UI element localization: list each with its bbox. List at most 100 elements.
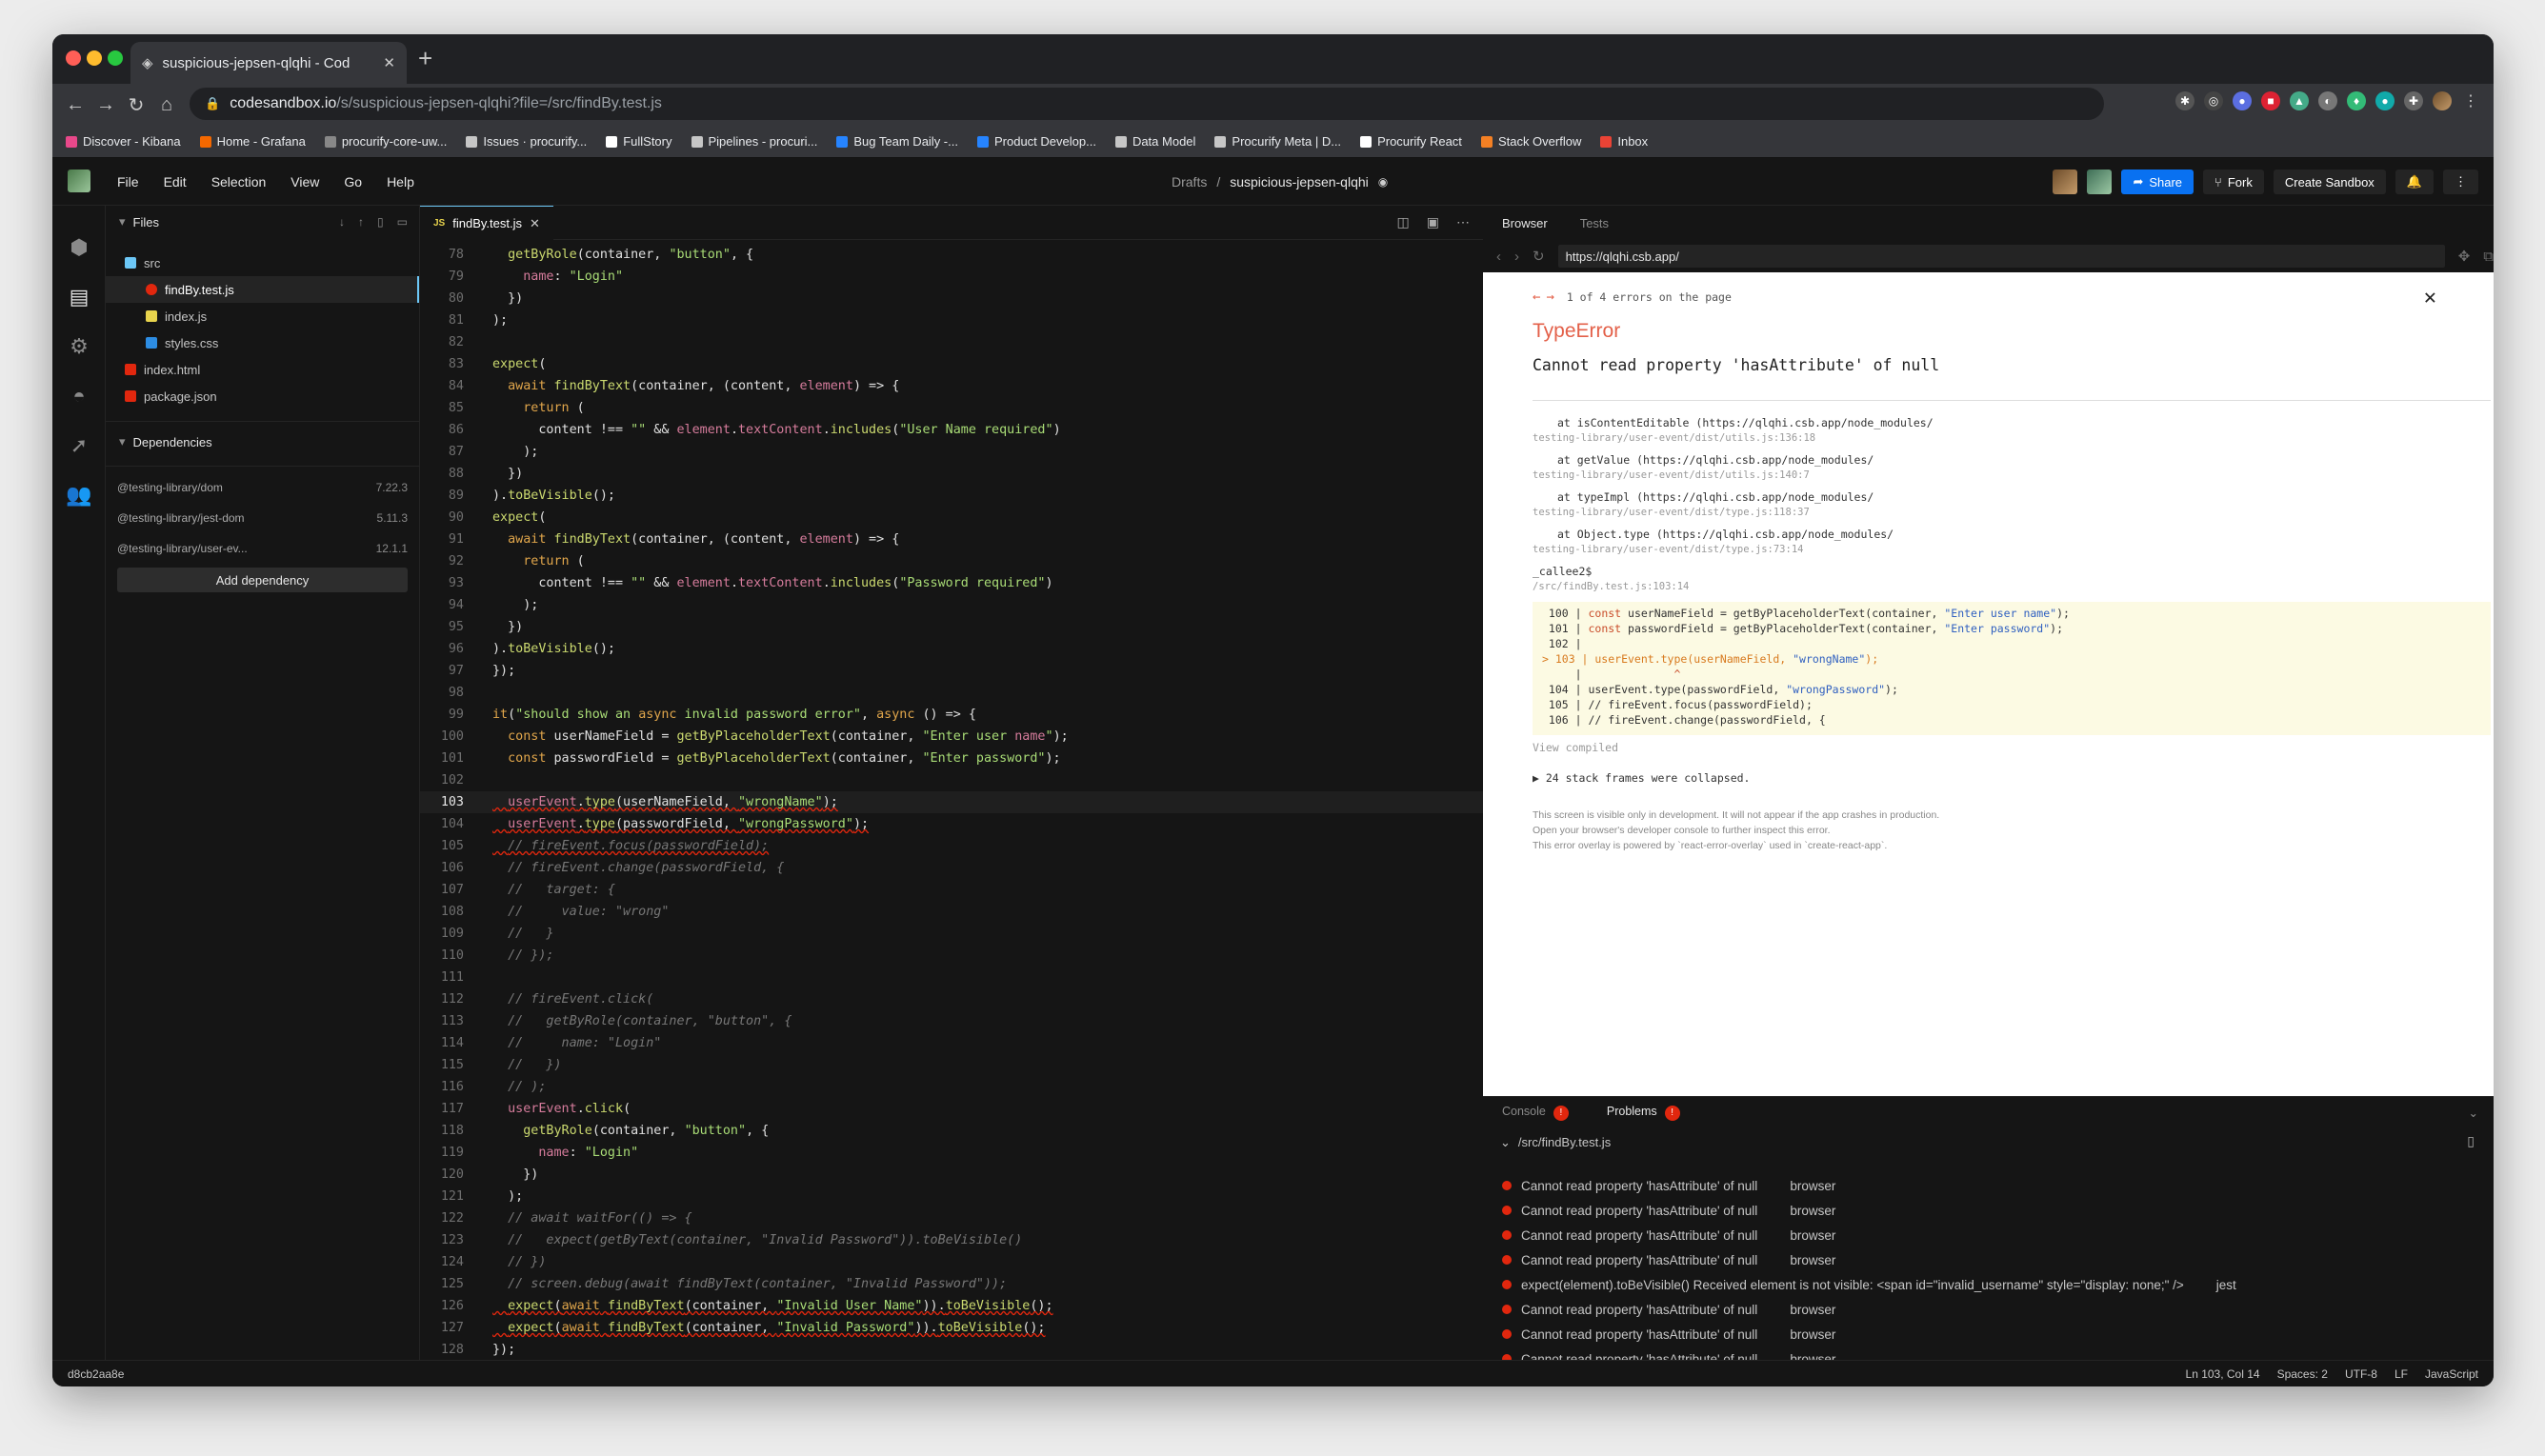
file-item[interactable]: styles.css bbox=[106, 329, 419, 356]
code-line[interactable]: 126 expect(await findByText(container, "… bbox=[420, 1295, 1483, 1317]
bookmark-item[interactable]: FullStory bbox=[606, 134, 672, 149]
code-line[interactable]: 111 bbox=[420, 967, 1483, 988]
code-line[interactable]: 118 getByRole(container, "button", { bbox=[420, 1120, 1483, 1142]
maximize-window-icon[interactable] bbox=[108, 50, 123, 66]
box-icon[interactable]: ⬢ bbox=[66, 234, 92, 261]
code-line[interactable]: 105 // fireEvent.focus(passwordField); bbox=[420, 835, 1483, 857]
avatar[interactable] bbox=[2053, 170, 2078, 194]
stack-frame[interactable]: _callee2$ /src/findBy.test.js:103:14 bbox=[1533, 564, 1689, 594]
dependency-item[interactable]: @testing-library/dom 7.22.3 bbox=[106, 472, 419, 503]
collapse-panel-icon[interactable]: ⌄ bbox=[2469, 1106, 2478, 1120]
notifications-icon[interactable]: 🔔 bbox=[2395, 170, 2434, 194]
code-line[interactable]: 82 bbox=[420, 331, 1483, 353]
extension-icon[interactable]: ◎ bbox=[2204, 91, 2223, 110]
code-line[interactable]: 120 }) bbox=[420, 1164, 1483, 1186]
profile-avatar[interactable] bbox=[2433, 91, 2452, 110]
file-item[interactable]: index.html bbox=[106, 356, 419, 383]
new-folder-icon[interactable]: ▭ bbox=[397, 215, 408, 229]
problem-item[interactable]: Cannot read property 'hasAttribute' of n… bbox=[1502, 1198, 1835, 1223]
prev-error-icon[interactable]: ← bbox=[1533, 289, 1540, 305]
users-icon[interactable]: 👥 bbox=[66, 482, 92, 509]
fork-button[interactable]: ⑂ Fork bbox=[2203, 170, 2264, 194]
code-line[interactable]: 102 bbox=[420, 769, 1483, 791]
code-line[interactable]: 94 ); bbox=[420, 594, 1483, 616]
tab-problems[interactable]: Problems! bbox=[1607, 1105, 1680, 1121]
code-line[interactable]: 123 // expect(getByText(container, "Inva… bbox=[420, 1229, 1483, 1251]
avatar[interactable] bbox=[2087, 170, 2113, 194]
code-line[interactable]: 122 // await waitFor(() => { bbox=[420, 1207, 1483, 1229]
code-line[interactable]: 113 // getByRole(container, "button", { bbox=[420, 1010, 1483, 1032]
menu-edit[interactable]: Edit bbox=[164, 174, 187, 189]
open-devtools-icon[interactable]: ✥ bbox=[2458, 248, 2471, 265]
stack-frame[interactable]: at getValue (https://qlqhi.csb.app/node_… bbox=[1533, 452, 1874, 483]
code-line[interactable]: 87 ); bbox=[420, 441, 1483, 463]
download-icon[interactable]: ↓ bbox=[339, 215, 345, 229]
code-line[interactable]: 106 // fireEvent.change(passwordField, { bbox=[420, 857, 1483, 879]
extension-icon[interactable]: ▲ bbox=[2290, 91, 2309, 110]
preview-back-icon[interactable]: ‹ bbox=[1496, 249, 1501, 265]
preview-icon[interactable]: ▣ bbox=[1427, 214, 1439, 230]
menu-selection[interactable]: Selection bbox=[211, 174, 267, 189]
code-editor[interactable]: 78 getByRole(container, "button", {79 na… bbox=[420, 240, 1483, 1360]
extension-icon[interactable]: ● bbox=[2233, 91, 2252, 110]
puzzle-icon[interactable]: ✚ bbox=[2404, 91, 2423, 110]
code-line[interactable]: 100 const userNameField = getByPlacehold… bbox=[420, 726, 1483, 748]
github-icon[interactable]: ◓ bbox=[66, 383, 92, 409]
problems-file[interactable]: ⌄ /src/findBy.test.js bbox=[1500, 1135, 1611, 1150]
problem-item[interactable]: Cannot read property 'hasAttribute' of n… bbox=[1502, 1322, 1835, 1346]
menu-go[interactable]: Go bbox=[344, 174, 362, 189]
bookmark-item[interactable]: Product Develop... bbox=[976, 134, 1096, 149]
more-options-icon[interactable]: ⋮ bbox=[2443, 170, 2478, 194]
gear-icon[interactable]: ⚙ bbox=[66, 333, 92, 360]
bookmark-item[interactable]: Procurify React bbox=[1360, 134, 1462, 149]
menu-file[interactable]: File bbox=[117, 174, 139, 189]
code-line[interactable]: 93 content !== "" && element.textContent… bbox=[420, 572, 1483, 594]
new-file-icon[interactable]: ▯ bbox=[377, 215, 384, 229]
problem-item[interactable]: expect(element).toBeVisible() Received e… bbox=[1502, 1272, 2236, 1297]
bookmark-item[interactable]: Issues · procurify... bbox=[466, 134, 587, 149]
tab-console[interactable]: Console! bbox=[1502, 1105, 1569, 1121]
close-overlay-icon[interactable]: ✕ bbox=[2424, 286, 2436, 309]
preview-url-input[interactable]: https://qlqhi.csb.app/ bbox=[1557, 245, 2445, 268]
tab-tests[interactable]: Tests bbox=[1580, 216, 1609, 230]
files-header[interactable]: ▾ Files ↓ ↑ ▯ ▭ bbox=[106, 206, 419, 238]
split-editor-icon[interactable]: ◫ bbox=[1397, 214, 1410, 230]
chrome-menu-icon[interactable]: ⋮ bbox=[2461, 91, 2480, 110]
file-item[interactable]: package.json bbox=[106, 383, 419, 409]
language-mode[interactable]: JavaScript bbox=[2425, 1367, 2478, 1381]
code-line[interactable]: 97}); bbox=[420, 660, 1483, 682]
bookmark-item[interactable]: Stack Overflow bbox=[1480, 134, 1581, 149]
code-line[interactable]: 86 content !== "" && element.textContent… bbox=[420, 419, 1483, 441]
indentation[interactable]: Spaces: 2 bbox=[2277, 1367, 2328, 1381]
encoding[interactable]: UTF-8 bbox=[2345, 1367, 2377, 1381]
crumb-drafts[interactable]: Drafts bbox=[1172, 174, 1207, 189]
code-line[interactable]: 125 // screen.debug(await findByText(con… bbox=[420, 1273, 1483, 1295]
code-line[interactable]: 78 getByRole(container, "button", { bbox=[420, 244, 1483, 266]
close-tab-icon[interactable]: ✕ bbox=[383, 54, 395, 71]
problem-item[interactable]: Cannot read property 'hasAttribute' of n… bbox=[1502, 1223, 1835, 1247]
dependency-item[interactable]: @testing-library/user-ev... 12.1.1 bbox=[106, 533, 419, 564]
dependencies-header[interactable]: ▾ Dependencies bbox=[106, 426, 419, 458]
add-dependency-button[interactable]: Add dependency bbox=[117, 568, 408, 592]
code-line[interactable]: 117 userEvent.click( bbox=[420, 1098, 1483, 1120]
extension-icon[interactable]: ● bbox=[2375, 91, 2395, 110]
create-sandbox-button[interactable]: Create Sandbox bbox=[2273, 170, 2386, 194]
code-line[interactable]: 108 // value: "wrong" bbox=[420, 901, 1483, 923]
extension-icon[interactable]: ◐ bbox=[2318, 91, 2337, 110]
preview-reload-icon[interactable]: ↻ bbox=[1533, 248, 1545, 265]
problem-item[interactable]: Cannot read property 'hasAttribute' of n… bbox=[1502, 1173, 1835, 1198]
code-line[interactable]: 90 expect( bbox=[420, 507, 1483, 529]
extension-icon[interactable]: ♦ bbox=[2347, 91, 2366, 110]
menu-help[interactable]: Help bbox=[387, 174, 414, 189]
code-line[interactable]: 110 // }); bbox=[420, 945, 1483, 967]
rocket-icon[interactable]: ➚ bbox=[66, 432, 92, 459]
chrome-tab[interactable]: ◈ suspicious-jepsen-qlqhi - Cod ✕ bbox=[130, 42, 407, 84]
collapsed-frames-toggle[interactable]: ▶ 24 stack frames were collapsed. bbox=[1533, 771, 1750, 785]
files-icon[interactable]: ▤ bbox=[66, 284, 92, 310]
user-logo[interactable] bbox=[68, 170, 90, 192]
close-tab-icon[interactable]: ✕ bbox=[530, 216, 540, 231]
bookmark-item[interactable]: Bug Team Daily -... bbox=[836, 134, 958, 149]
extension-icon[interactable]: ✱ bbox=[2175, 91, 2194, 110]
share-button[interactable]: ➦ Share bbox=[2121, 170, 2194, 194]
editor-tab[interactable]: JS findBy.test.js ✕ bbox=[420, 206, 553, 240]
